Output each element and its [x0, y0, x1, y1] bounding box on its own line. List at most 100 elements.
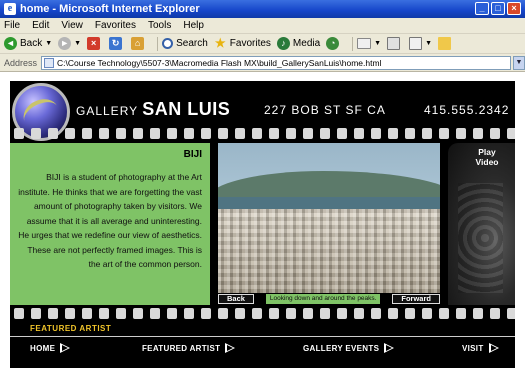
film-sprocket — [252, 308, 262, 319]
favorites-button[interactable]: ★ Favorites — [214, 37, 271, 50]
film-sprocket — [473, 128, 483, 139]
media-label: Media — [292, 38, 321, 49]
film-sprocket — [439, 128, 449, 139]
history-icon: ◔ — [326, 37, 340, 50]
edit-icon — [409, 37, 423, 50]
toolbar-divider — [352, 36, 354, 51]
favorites-label: Favorites — [229, 38, 271, 49]
stop-button[interactable]: × — [87, 37, 103, 50]
gallery-phone: 415.555.2342 — [424, 103, 510, 117]
history-button[interactable]: ◔ — [326, 37, 342, 50]
edit-dropdown-icon[interactable]: ▼ — [425, 40, 432, 47]
film-sprocket — [82, 308, 92, 319]
menu-file[interactable]: File — [4, 20, 20, 31]
print-icon — [387, 37, 401, 50]
photo-forward-button[interactable]: Forward — [392, 294, 440, 304]
nav-featured-artist[interactable]: FEATURED ARTIST — [142, 343, 236, 353]
menu-view[interactable]: View — [61, 20, 83, 31]
film-sprocket — [473, 308, 483, 319]
page-icon — [44, 57, 55, 68]
nav-divider — [10, 336, 515, 337]
toolbar: ◄ Back ▼ ► ▼ × ↻ ⌂ Search ★ Favorites ♪ … — [0, 34, 525, 54]
address-bar: Address C:\Course Technology\5507-3\Macr… — [0, 54, 525, 72]
nav-visit[interactable]: VISIT — [462, 343, 499, 353]
favorites-icon: ★ — [214, 36, 226, 50]
artist-bio-panel: BIJI BIJI is a student of photography at… — [10, 143, 210, 305]
nav-home[interactable]: HOME — [30, 343, 71, 353]
play-video-label-1: Play — [478, 147, 496, 157]
back-icon: ◄ — [4, 37, 17, 50]
edit-button[interactable]: ▼ — [409, 37, 432, 50]
home-button[interactable]: ⌂ — [131, 37, 147, 50]
menu-favorites[interactable]: Favorites — [95, 20, 136, 31]
refresh-icon: ↻ — [109, 37, 123, 50]
search-button[interactable]: Search — [162, 38, 208, 49]
film-sprocket — [99, 128, 109, 139]
gallery-address: 227 BOB ST SF CA — [264, 103, 386, 117]
back-button[interactable]: ◄ Back ▼ — [4, 37, 52, 50]
film-sprocket — [184, 128, 194, 139]
film-sprocket — [201, 128, 211, 139]
film-sprocket — [150, 128, 160, 139]
film-sprocket — [48, 128, 58, 139]
nav-gallery-events-label: GALLERY EVENTS — [303, 343, 380, 353]
stop-icon: × — [87, 37, 101, 50]
film-sprocket — [133, 308, 143, 319]
nav-gallery-events[interactable]: GALLERY EVENTS — [303, 343, 395, 353]
nav-featured-artist-label: FEATURED ARTIST — [142, 343, 221, 353]
photo-city — [218, 209, 440, 293]
mail-button[interactable]: ▼ — [357, 38, 381, 49]
film-sprocket — [99, 308, 109, 319]
film-sprocket — [456, 128, 466, 139]
film-sprocket — [337, 308, 347, 319]
media-button[interactable]: ♪ Media — [276, 37, 321, 50]
nav-visit-label: VISIT — [462, 343, 484, 353]
artist-bio: BIJI is a student of photography at the … — [18, 172, 202, 269]
film-sprocket — [269, 308, 279, 319]
mail-icon — [357, 38, 372, 49]
mail-dropdown-icon[interactable]: ▼ — [374, 40, 381, 47]
filmstrip-bottom — [10, 307, 515, 321]
gallery-title: GALLERY SAN LUIS — [76, 99, 230, 120]
film-sprocket — [252, 128, 262, 139]
ie-icon: e — [4, 3, 16, 15]
film-sprocket — [116, 128, 126, 139]
menu-tools[interactable]: Tools — [148, 20, 171, 31]
forward-dropdown-icon[interactable]: ▼ — [74, 40, 81, 47]
close-button[interactable]: × — [507, 2, 521, 15]
back-label: Back — [20, 38, 43, 49]
page-content: GALLERY SAN LUIS 227 BOB ST SF CA 415.55… — [0, 73, 525, 368]
film-sprocket — [320, 128, 330, 139]
gallery-prefix: GALLERY — [76, 104, 138, 118]
back-dropdown-icon[interactable]: ▼ — [45, 40, 52, 47]
toolbar-divider — [157, 36, 159, 51]
menu-help[interactable]: Help — [183, 20, 204, 31]
forward-button[interactable]: ► ▼ — [58, 37, 81, 50]
film-sprocket — [235, 128, 245, 139]
photo-controls: Back Looking down and around the peaks. … — [218, 293, 440, 305]
address-input[interactable]: C:\Course Technology\5507-3\Macromedia F… — [41, 55, 511, 70]
film-sprocket — [218, 308, 228, 319]
refresh-button[interactable]: ↻ — [109, 37, 125, 50]
film-sprocket — [388, 128, 398, 139]
film-sprocket — [320, 308, 330, 319]
menu-edit[interactable]: Edit — [32, 20, 49, 31]
film-sprocket — [269, 128, 279, 139]
arrow-right-icon — [384, 343, 395, 353]
address-dropdown-icon[interactable]: ▼ — [513, 55, 525, 70]
forward-icon: ► — [58, 37, 72, 50]
menu-bar: File Edit View Favorites Tools Help — [0, 18, 525, 34]
featured-photo — [218, 143, 440, 293]
photo-back-button[interactable]: Back — [218, 294, 254, 304]
maximize-button[interactable]: □ — [491, 2, 505, 15]
play-video-button[interactable]: Play Video — [462, 147, 512, 167]
film-sprocket — [48, 308, 58, 319]
film-sprocket — [150, 308, 160, 319]
media-icon: ♪ — [276, 37, 290, 50]
print-button[interactable] — [387, 37, 403, 50]
title-bar: e home - Microsoft Internet Explorer _ □… — [0, 0, 525, 18]
minimize-button[interactable]: _ — [475, 2, 489, 15]
film-sprocket — [82, 128, 92, 139]
arrow-right-icon — [60, 343, 71, 353]
folder-button[interactable] — [438, 37, 454, 50]
